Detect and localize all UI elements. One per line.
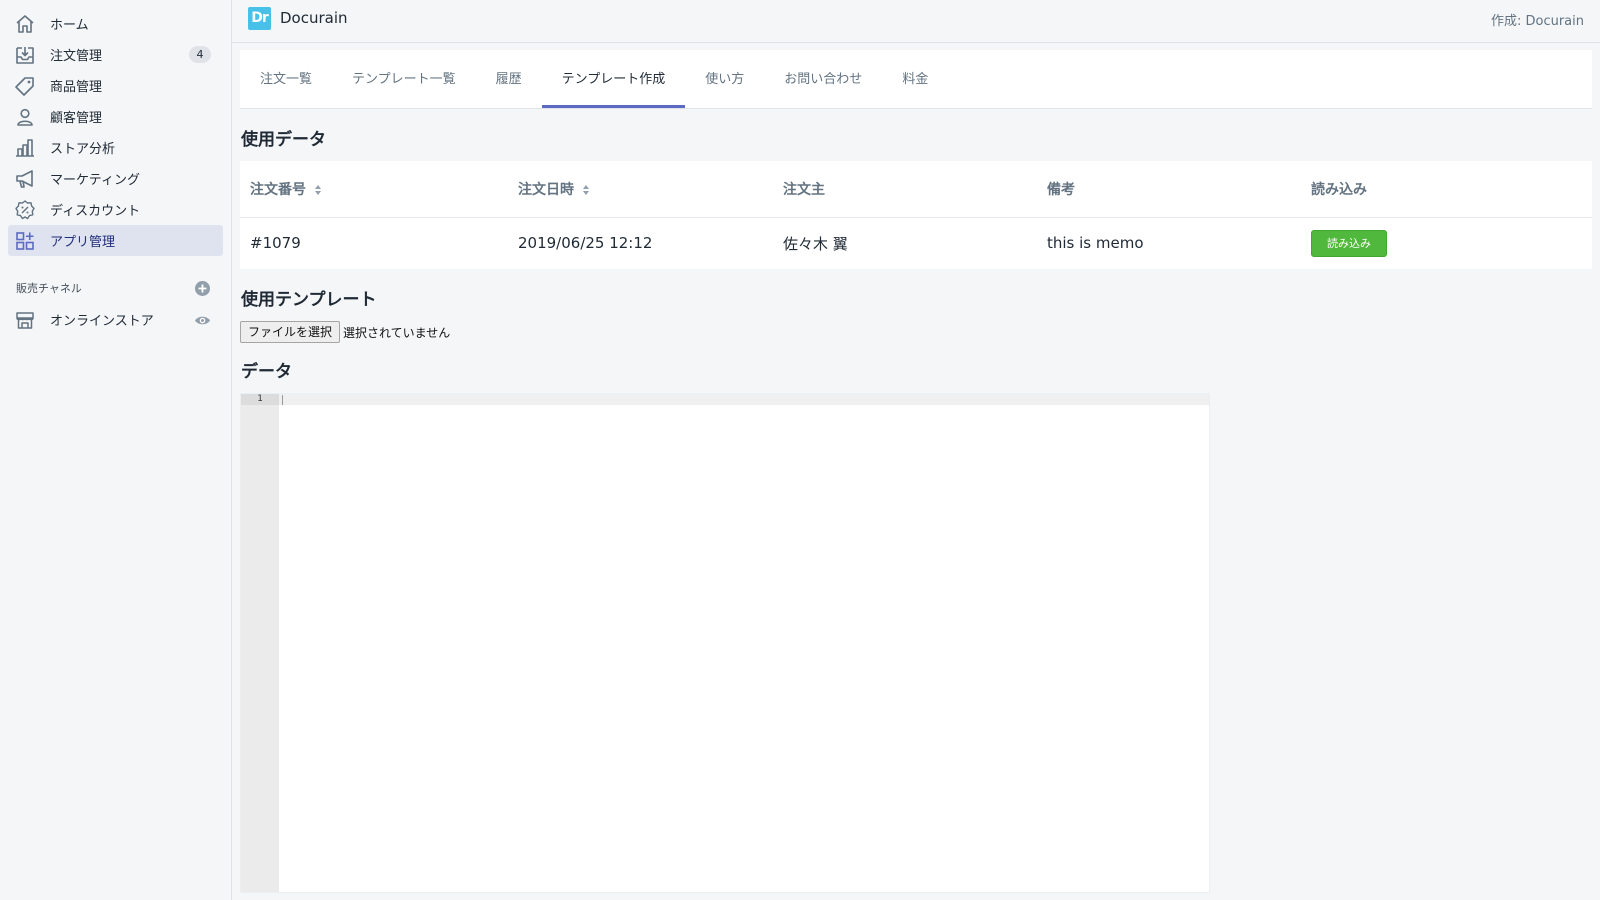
sales-channels-header: 販売チャネル bbox=[8, 276, 223, 300]
tab-history[interactable]: 履歴 bbox=[476, 50, 542, 108]
column-header-customer: 注文主 bbox=[773, 161, 1037, 218]
sidebar-item-products[interactable]: 商品管理 bbox=[8, 70, 223, 101]
sidebar-item-label: アプリ管理 bbox=[50, 235, 116, 250]
editor-gutter bbox=[241, 394, 279, 892]
sidebar-item-label: ストア分析 bbox=[50, 142, 116, 157]
cell-memo: this is memo bbox=[1047, 234, 1144, 253]
tab-template-create[interactable]: テンプレート作成 bbox=[541, 50, 686, 108]
orders-table: 注文番号 注文日時 注文主 備考 読み込み #1079 2019/06/25 1… bbox=[240, 161, 1592, 269]
sidebar-item-analytics[interactable]: ストア分析 bbox=[8, 132, 223, 163]
sort-icon bbox=[315, 184, 321, 195]
column-header-order-datetime[interactable]: 注文日時 bbox=[508, 161, 773, 218]
sidebar-item-label: 商品管理 bbox=[50, 80, 103, 95]
file-status-text: 選択されていません bbox=[343, 325, 451, 340]
sidebar: ホーム 注文管理 4 商品管理 顧客管理 ストア分析 マーケティング ディスカウ… bbox=[0, 0, 232, 900]
bar-chart-icon bbox=[14, 137, 36, 159]
tab-templates-list[interactable]: テンプレート一覧 bbox=[332, 50, 476, 108]
sidebar-item-apps[interactable]: アプリ管理 bbox=[8, 225, 223, 256]
app-title: Docurain bbox=[280, 9, 348, 27]
sidebar-item-discounts[interactable]: ディスカウント bbox=[8, 194, 223, 225]
tab-orders-list[interactable]: 注文一覧 bbox=[240, 50, 332, 108]
apps-grid-icon bbox=[14, 230, 36, 252]
cell-customer: 佐々木 翼 bbox=[783, 234, 848, 253]
eye-icon[interactable] bbox=[194, 312, 211, 329]
sort-icon bbox=[583, 184, 589, 195]
add-channel-icon[interactable] bbox=[194, 280, 211, 297]
sidebar-item-label: マーケティング bbox=[50, 173, 140, 188]
store-icon bbox=[14, 309, 36, 331]
column-header-load: 読み込み bbox=[1301, 161, 1592, 218]
tab-pricing[interactable]: 料金 bbox=[882, 50, 948, 108]
person-icon bbox=[14, 106, 36, 128]
editor-line-number: 1 bbox=[241, 394, 279, 405]
cell-order-datetime: 2019/06/25 12:12 bbox=[518, 234, 653, 253]
data-editor[interactable]: 1 bbox=[240, 393, 1210, 893]
sidebar-item-label: 注文管理 bbox=[50, 49, 103, 64]
developer-byline: 作成: Docurain bbox=[1490, 14, 1584, 29]
inbox-download-icon bbox=[14, 44, 36, 66]
tag-icon bbox=[14, 75, 36, 97]
editor-section-title: データ bbox=[241, 362, 292, 382]
sidebar-item-marketing[interactable]: マーケティング bbox=[8, 163, 223, 194]
column-header-order-no[interactable]: 注文番号 bbox=[240, 161, 508, 218]
tab-contact[interactable]: お問い合わせ bbox=[764, 50, 882, 108]
load-button[interactable]: 読み込み bbox=[1311, 229, 1387, 257]
data-section-title: 使用データ bbox=[241, 130, 326, 150]
editor-cursor bbox=[282, 395, 283, 405]
sales-channels-title: 販売チャネル bbox=[16, 282, 82, 295]
table-header-row: 注文番号 注文日時 注文主 備考 読み込み bbox=[240, 161, 1592, 218]
sidebar-item-online-store[interactable]: オンラインストア bbox=[8, 304, 223, 335]
sidebar-item-label: ホーム bbox=[50, 18, 89, 33]
tab-bar: 注文一覧 テンプレート一覧 履歴 テンプレート作成 使い方 お問い合わせ 料金 bbox=[240, 50, 1592, 109]
choose-file-button[interactable]: ファイルを選択 bbox=[240, 321, 341, 343]
sidebar-item-customers[interactable]: 顧客管理 bbox=[8, 101, 223, 132]
sidebar-item-label: ディスカウント bbox=[50, 204, 141, 219]
tab-usage[interactable]: 使い方 bbox=[685, 50, 764, 108]
discount-badge-icon bbox=[14, 199, 36, 221]
sidebar-item-label: オンラインストア bbox=[50, 314, 154, 329]
file-picker: ファイルを選択 選択されていません bbox=[240, 321, 1592, 343]
template-section-title: 使用テンプレート bbox=[241, 290, 377, 310]
megaphone-icon bbox=[14, 168, 36, 190]
sidebar-item-home[interactable]: ホーム bbox=[8, 8, 223, 39]
cell-load: 読み込み bbox=[1301, 217, 1592, 269]
home-icon bbox=[14, 13, 36, 35]
main-content: 注文一覧 テンプレート一覧 履歴 テンプレート作成 使い方 お問い合わせ 料金 … bbox=[240, 50, 1592, 893]
editor-active-line bbox=[279, 394, 1209, 405]
orders-count-badge: 4 bbox=[189, 46, 211, 63]
docurain-logo: Dr bbox=[248, 7, 271, 30]
cell-order-no: #1079 bbox=[250, 234, 301, 253]
sidebar-item-orders[interactable]: 注文管理 4 bbox=[8, 39, 223, 70]
table-row: #1079 2019/06/25 12:12 佐々木 翼 this is mem… bbox=[240, 217, 1592, 269]
top-bar: Dr Docurain 作成: Docurain bbox=[232, 0, 1600, 43]
sidebar-item-label: 顧客管理 bbox=[50, 111, 103, 126]
column-header-memo: 備考 bbox=[1037, 161, 1301, 218]
orders-table-card: 注文番号 注文日時 注文主 備考 読み込み #1079 2019/06/25 1… bbox=[240, 161, 1592, 269]
